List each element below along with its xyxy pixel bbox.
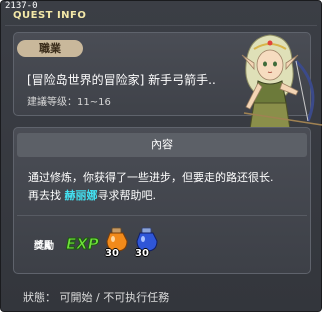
status-label: 狀態 xyxy=(23,291,45,304)
quest-level: 建議等级：11~16 xyxy=(27,97,111,108)
quest-description: 通过修炼，你获得了一些进步，但要走的路还很长. 再去找 赫丽娜寻求帮助吧. xyxy=(28,169,313,205)
item-count: 30 xyxy=(135,248,149,259)
exp-icon: EXP xyxy=(66,235,100,253)
quest-name: [冒险岛世界的冒险家] 新手弓箭手.. xyxy=(27,73,216,87)
status-action: 不可执行任務 xyxy=(103,291,170,304)
description-line-1: 通过修炼，你获得了一些进步，但要走的路还很长. xyxy=(28,171,274,184)
status-separator: / xyxy=(96,291,100,304)
quest-info-window: 2137-0 QUEST INFO 職業 [冒险岛世界的冒险家] 新手弓箭手..… xyxy=(0,0,322,312)
reward-item-1[interactable]: 30 xyxy=(102,227,132,259)
description-prefix: 再去找 xyxy=(28,189,65,202)
reward-item-2[interactable]: 30 xyxy=(132,227,162,259)
reward-label: 獎勵 xyxy=(34,241,54,252)
content-header: 內容 xyxy=(17,133,307,157)
window-title: QUEST INFO xyxy=(13,10,87,21)
quest-status: 狀態： 可開始 / 不可执行任務 xyxy=(23,291,170,304)
title-bar[interactable]: 2137-0 QUEST INFO xyxy=(1,1,321,27)
npc-portrait xyxy=(241,34,322,137)
item-count: 30 xyxy=(105,248,119,259)
description-line-2: 再去找 赫丽娜寻求帮助吧. xyxy=(28,187,313,205)
description-suffix: 寻求帮助吧. xyxy=(97,189,157,202)
npc-name-link[interactable]: 赫丽娜 xyxy=(65,189,98,202)
content-divider xyxy=(17,215,307,216)
status-value: 可開始 xyxy=(59,291,93,304)
exp-text: EXP xyxy=(66,235,99,252)
job-tag: 職業 xyxy=(17,40,83,57)
